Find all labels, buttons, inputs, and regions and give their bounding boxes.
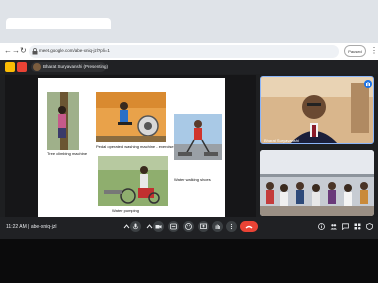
- leave-call-button[interactable]: [240, 221, 258, 232]
- profile-label: Paused: [348, 49, 362, 54]
- emoji-icon: [185, 223, 192, 230]
- present-screen-icon: [200, 223, 207, 229]
- presenter-chip: Bharat Suryavanshi (Presenting): [31, 62, 109, 72]
- browser-tab-strip: [0, 0, 378, 43]
- participant-name: Bharat Suryavanshi: [264, 138, 299, 143]
- presenter-avatar: [33, 63, 41, 71]
- meeting-time-info: 11:22 AM | abe-xniq-jzl: [6, 224, 56, 231]
- camera-icon: [155, 225, 162, 229]
- participant-tile-room[interactable]: [260, 150, 374, 216]
- water-pumping-photo: [98, 156, 168, 206]
- separator: |: [28, 224, 30, 230]
- hang-up-icon: [245, 225, 253, 229]
- mic-button[interactable]: [130, 221, 141, 232]
- presentation-slide: Tree climbing machine Pedal operated was…: [38, 78, 225, 217]
- presenter-label: Bharat Suryavanshi (Presenting): [43, 64, 109, 69]
- more-options-button[interactable]: [226, 221, 237, 232]
- reactions-button[interactable]: [183, 221, 194, 232]
- caption-tree: Tree climbing machine: [47, 151, 88, 156]
- screen-letterbox: [0, 239, 378, 283]
- activities-icon[interactable]: [5, 62, 15, 72]
- water-walking-photo: [174, 114, 222, 160]
- url-text: meet.google.com/abe-xniq-jzl?pli=1: [39, 48, 110, 53]
- browser-menu-icon[interactable]: ⋮: [370, 46, 378, 55]
- people-icon[interactable]: [330, 223, 337, 230]
- chevron-up-icon: [146, 224, 153, 229]
- current-time: 11:22 AM: [6, 224, 27, 230]
- host-controls-icon[interactable]: [366, 223, 373, 230]
- speaking-indicator-icon: [364, 80, 372, 88]
- tree-climbing-photo: [47, 92, 79, 150]
- profile-button[interactable]: Paused: [344, 45, 366, 57]
- back-icon[interactable]: ←: [4, 46, 12, 56]
- recording-icon[interactable]: [17, 62, 27, 72]
- activities-icon[interactable]: [354, 223, 361, 230]
- speaker-video: [261, 77, 373, 143]
- room-video: [260, 150, 374, 216]
- caption-water-walk: Water walking shoes: [174, 177, 211, 182]
- chat-icon[interactable]: [342, 223, 349, 230]
- captions-button[interactable]: [168, 221, 179, 232]
- present-button[interactable]: [198, 221, 209, 232]
- participant-tile-speaker[interactable]: Bharat Suryavanshi: [260, 76, 374, 144]
- chevron-up-icon: [123, 224, 130, 229]
- microphone-icon: [132, 223, 139, 230]
- lock-icon: [32, 48, 38, 55]
- caption-pedal: Pedal operated washing machine - exercis…: [96, 144, 174, 149]
- browser-tab[interactable]: [6, 18, 111, 29]
- caption-pumping: Water pumping: [112, 208, 139, 213]
- captions-icon: [170, 223, 177, 230]
- reload-icon[interactable]: ↻: [20, 46, 27, 56]
- camera-button[interactable]: [153, 221, 164, 232]
- more-vertical-icon: [230, 223, 233, 230]
- raise-hand-button[interactable]: [212, 221, 223, 232]
- pedal-washing-photo: [96, 92, 166, 142]
- forward-icon[interactable]: →: [12, 46, 20, 56]
- hand-icon: [215, 224, 220, 229]
- info-icon[interactable]: [318, 223, 325, 230]
- meeting-code: abe-xniq-jzl: [30, 224, 57, 230]
